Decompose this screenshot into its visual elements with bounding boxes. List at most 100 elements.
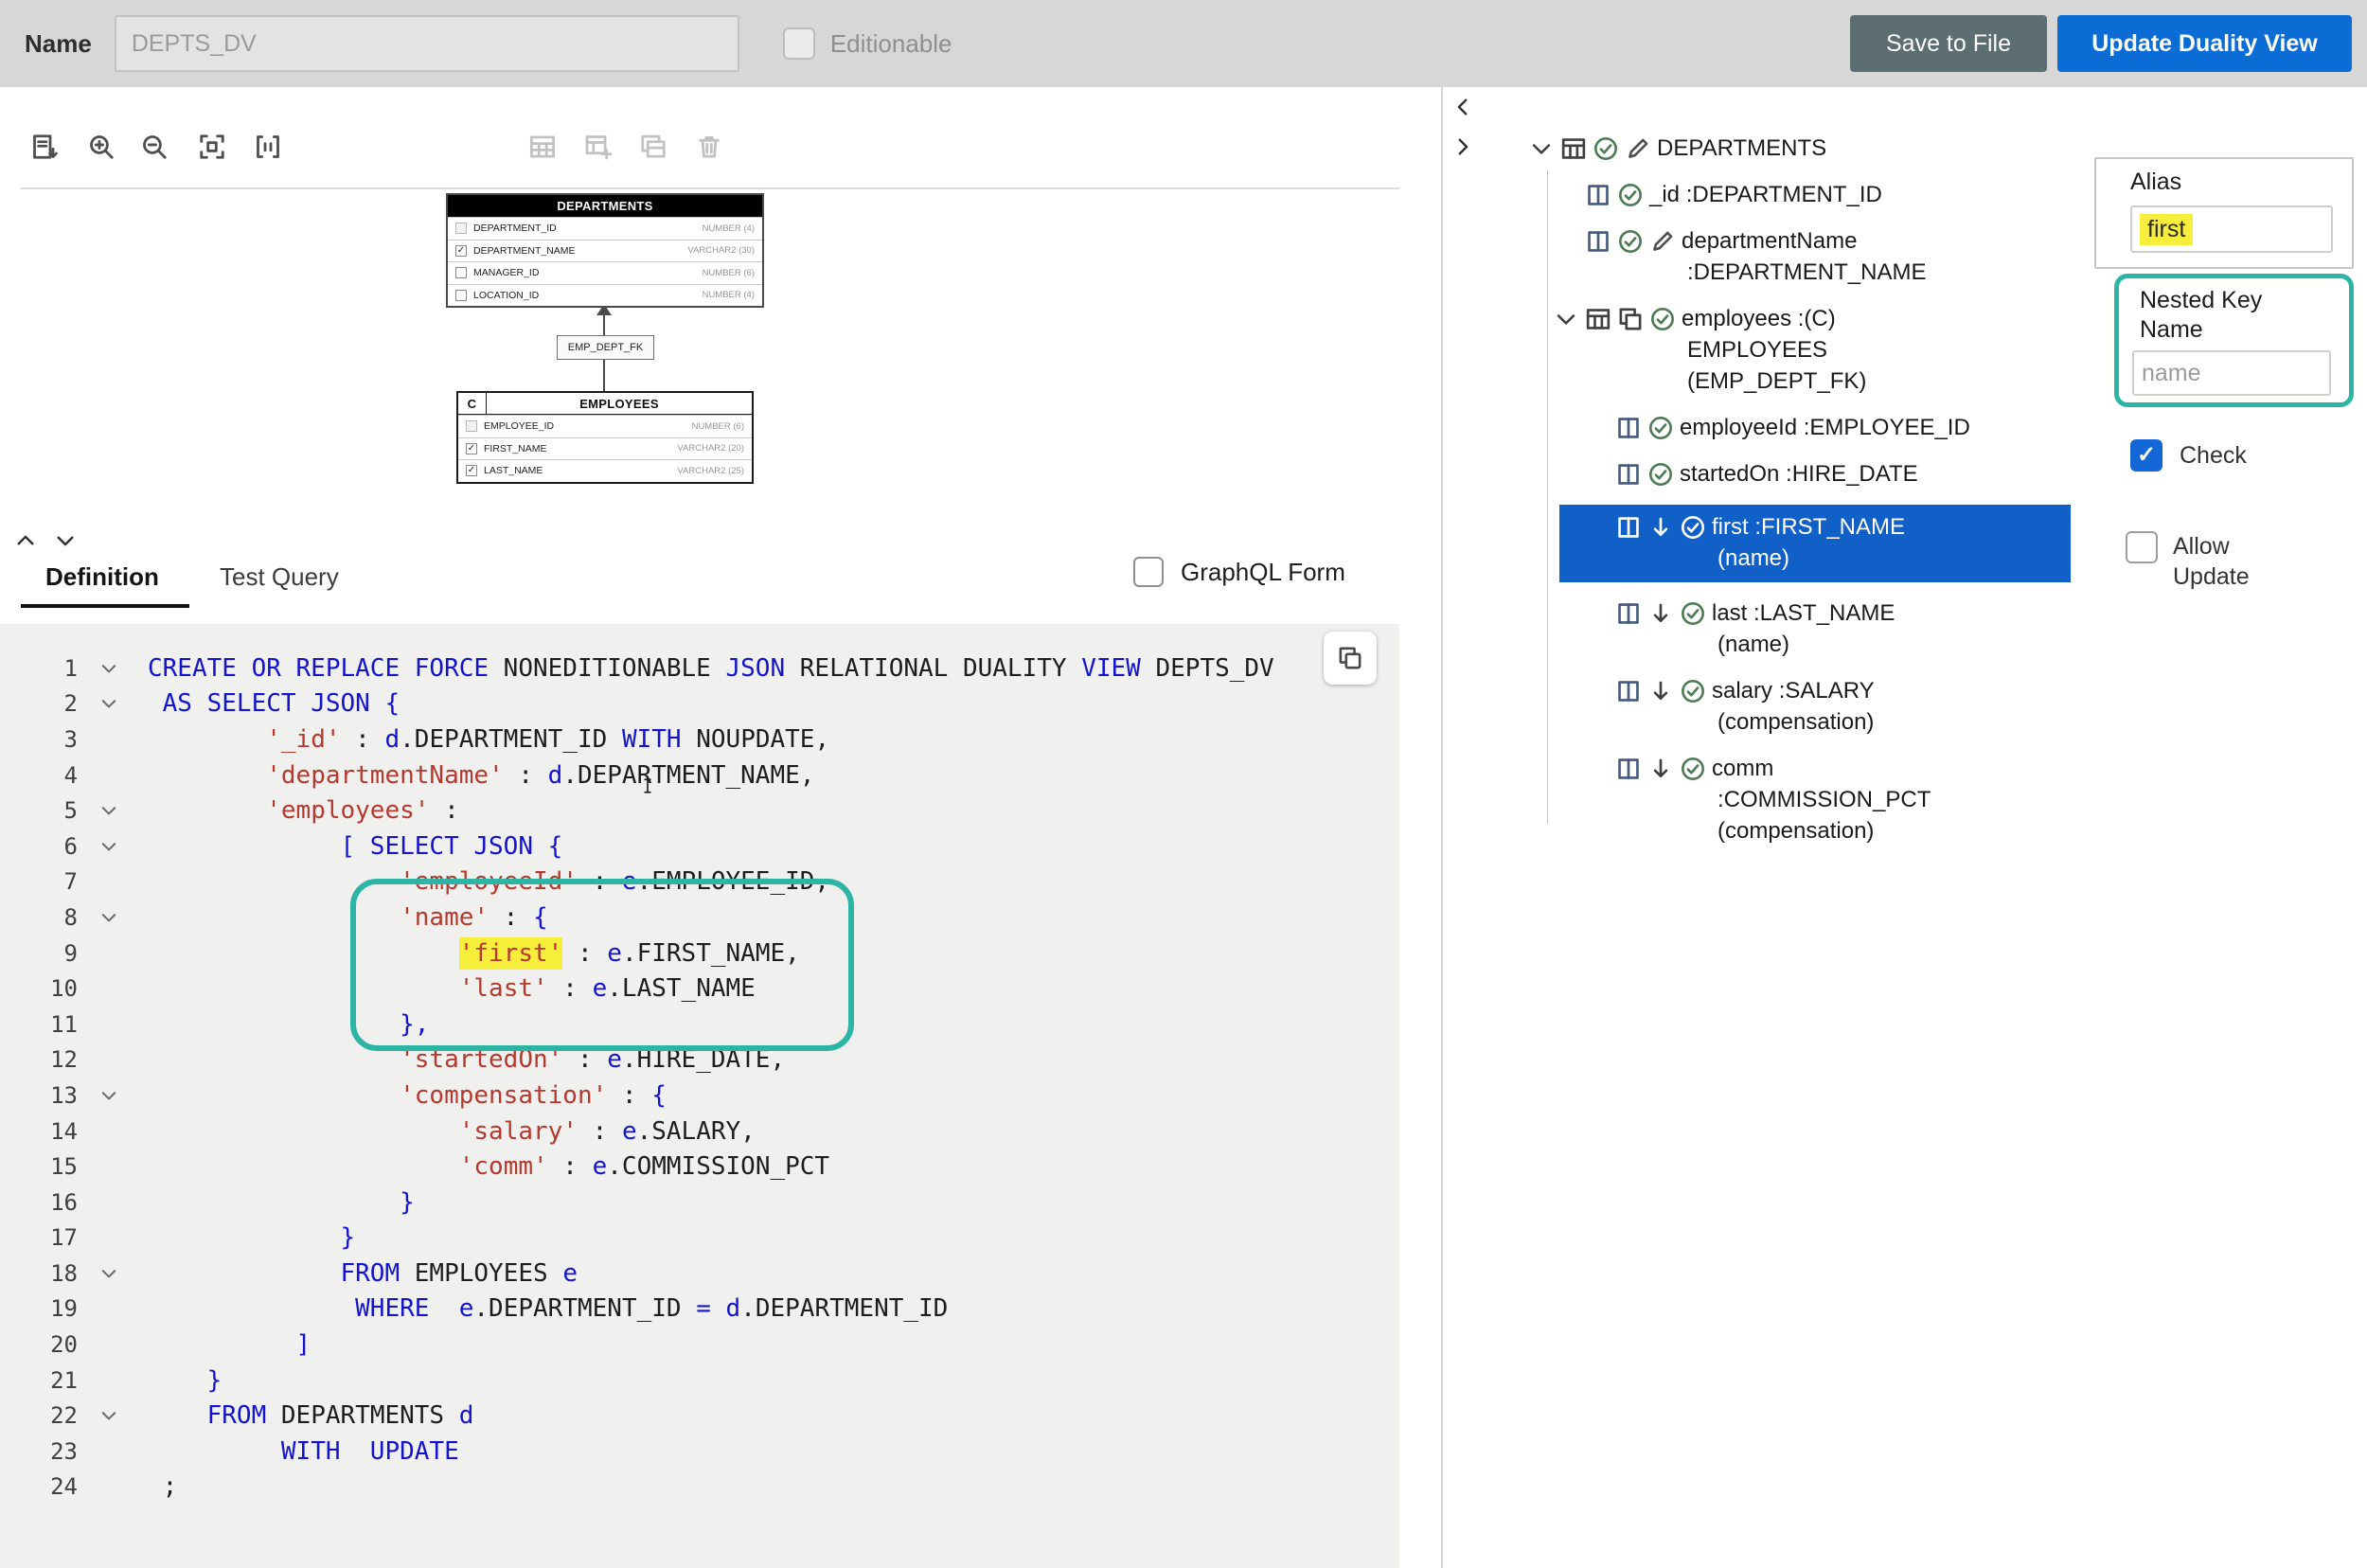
allow-update-checkbox[interactable] — [2126, 531, 2158, 563]
check-circle-icon — [1680, 600, 1706, 627]
zoom-fit-icon[interactable] — [198, 133, 226, 161]
check-checkbox[interactable] — [2130, 439, 2162, 472]
er-column-row[interactable]: MANAGER_IDNUMBER (6) — [448, 261, 762, 284]
code-line[interactable]: 22 FROM DEPARTMENTS d — [0, 1398, 1274, 1434]
code-line[interactable]: 4 'departmentName' : d.DEPARTMENT_NAME, — [0, 757, 1274, 793]
check-circle-icon — [1647, 415, 1674, 441]
check-circle-icon — [1617, 182, 1644, 208]
column-checkbox[interactable] — [455, 245, 467, 257]
check-label: Check — [2180, 442, 2247, 470]
line-number: 22 — [0, 1402, 91, 1429]
code-line[interactable]: 15 'comm' : e.COMMISSION_PCT — [0, 1149, 1274, 1185]
code-line[interactable]: 16 } — [0, 1185, 1274, 1221]
line-number: 8 — [0, 904, 91, 931]
code-line[interactable]: 21 } — [0, 1363, 1274, 1399]
er-table-title: DEPARTMENTS — [448, 195, 762, 217]
code-line[interactable]: 12 'startedOn' : e.HIRE_DATE, — [0, 1042, 1274, 1078]
fold-toggle-icon[interactable] — [98, 1405, 119, 1426]
tree-item-employeeid[interactable]: employeeId :EMPLOYEE_ID — [1528, 412, 2096, 443]
code-line[interactable]: 9 'first' : e.FIRST_NAME, — [0, 935, 1274, 971]
column-checkbox[interactable] — [455, 267, 467, 278]
nested-key-group: Nested Key Name name — [2114, 274, 2354, 407]
fold-toggle-icon[interactable] — [98, 658, 119, 679]
er-table-employees[interactable]: CEMPLOYEES EMPLOYEE_IDNUMBER (6)FIRST_NAM… — [456, 391, 754, 484]
tree-item-departmentname[interactable]: departmentName:DEPARTMENT_NAME — [1528, 225, 2096, 288]
code-line[interactable]: 13 'compensation' : { — [0, 1078, 1274, 1114]
export-diagram-icon[interactable] — [30, 133, 59, 161]
zoom-out-icon[interactable] — [140, 133, 169, 161]
code-line[interactable]: 6 [ SELECT JSON { — [0, 829, 1274, 864]
code-line[interactable]: 17 } — [0, 1221, 1274, 1256]
column-checkbox[interactable] — [455, 223, 467, 234]
code-line[interactable]: 3 '_id' : d.DEPARTMENT_ID WITH NOUPDATE, — [0, 722, 1274, 757]
tree-item-comm[interactable]: comm:COMMISSION_PCT(compensation) — [1528, 753, 2096, 846]
graphql-form-checkbox[interactable] — [1133, 557, 1164, 587]
tab-test-query[interactable]: Test Query — [220, 562, 339, 592]
panel-collapse-up-icon[interactable] — [13, 528, 38, 553]
update-duality-view-button[interactable]: Update Duality View — [2057, 15, 2352, 72]
panel-collapse-right-icon[interactable] — [1450, 134, 1475, 159]
mouse-cursor — [639, 772, 656, 800]
fold-toggle-icon[interactable] — [98, 836, 119, 857]
code-line[interactable]: 10 'last' : e.LAST_NAME — [0, 971, 1274, 1007]
er-column-row[interactable]: FIRST_NAMEVARCHAR2 (20) — [458, 437, 752, 460]
code-line[interactable]: 11 }, — [0, 1007, 1274, 1042]
code-line[interactable]: 8 'name' : { — [0, 900, 1274, 935]
column-checkbox[interactable] — [466, 443, 477, 454]
topbar: Name DEPTS_DV Editionable Save to File U… — [0, 0, 2367, 87]
tree-item-employees[interactable]: employees :(C)EMPLOYEES(EMP_DEPT_FK) — [1528, 303, 2096, 397]
er-column-row[interactable]: DEPARTMENT_NAMEVARCHAR2 (30) — [448, 240, 762, 262]
fold-toggle-icon[interactable] — [98, 800, 119, 821]
copy-code-button[interactable] — [1324, 632, 1377, 685]
line-number: 24 — [0, 1473, 91, 1500]
code-line[interactable]: 2 AS SELECT JSON { — [0, 686, 1274, 722]
name-input[interactable]: DEPTS_DV — [115, 15, 739, 72]
tree-item-first[interactable]: first :FIRST_NAME(name) — [1559, 505, 2071, 582]
tree-item-salary[interactable]: salary :SALARY(compensation) — [1528, 675, 2096, 738]
panel-collapse-left-icon[interactable] — [1450, 95, 1475, 119]
copy-icon — [1337, 645, 1363, 671]
code-line[interactable]: 18 FROM EMPLOYEES e — [0, 1256, 1274, 1292]
fold-toggle-icon[interactable] — [98, 907, 119, 928]
er-column-row[interactable]: LOCATION_IDNUMBER (4) — [448, 284, 762, 307]
copy-icon — [1617, 306, 1644, 332]
code-line[interactable]: 7 'employeeId' : e.EMPLOYEE_ID, — [0, 864, 1274, 900]
tree-item-departments[interactable]: DEPARTMENTS — [1528, 133, 2096, 164]
nested-key-input[interactable]: name — [2132, 350, 2331, 396]
fold-toggle-icon[interactable] — [98, 1263, 119, 1284]
save-to-file-button[interactable]: Save to File — [1850, 15, 2047, 72]
column-checkbox[interactable] — [466, 465, 477, 476]
code-line[interactable]: 14 'salary' : e.SALARY, — [0, 1114, 1274, 1149]
table-add-icon — [584, 133, 613, 161]
fold-toggle-icon[interactable] — [98, 693, 119, 714]
code-editor[interactable]: 1CREATE OR REPLACE FORCE NONEDITIONABLE … — [0, 624, 1399, 1568]
code-line[interactable]: 5 'employees' : — [0, 793, 1274, 829]
code-line[interactable]: 1CREATE OR REPLACE FORCE NONEDITIONABLE … — [0, 650, 1274, 686]
zoom-in-icon[interactable] — [87, 133, 116, 161]
name-label: Name — [25, 29, 92, 59]
tab-definition[interactable]: Definition — [45, 562, 159, 592]
line-number: 11 — [0, 1011, 91, 1038]
code-line[interactable]: 24 ; — [0, 1470, 1274, 1506]
code-line[interactable]: 19 WHERE e.DEPARTMENT_ID = d.DEPARTMENT_… — [0, 1292, 1274, 1327]
line-number: 17 — [0, 1224, 91, 1251]
fold-toggle-icon[interactable] — [98, 1085, 119, 1106]
column-checkbox[interactable] — [466, 420, 477, 432]
code-line[interactable]: 20 ] — [0, 1327, 1274, 1363]
column-checkbox[interactable] — [455, 290, 467, 301]
code-line[interactable]: 23 WITH UPDATE — [0, 1434, 1274, 1470]
check-circle-icon — [1680, 514, 1706, 541]
panel-collapse-down-icon[interactable] — [53, 528, 78, 553]
er-column-row[interactable]: EMPLOYEE_IDNUMBER (6) — [458, 415, 752, 437]
er-column-row[interactable]: DEPARTMENT_IDNUMBER (4) — [448, 217, 762, 240]
collection-badge: C — [458, 393, 487, 414]
er-table-departments[interactable]: DEPARTMENTSDEPARTMENT_IDNUMBER (4)DEPART… — [446, 193, 764, 308]
er-column-row[interactable]: LAST_NAMEVARCHAR2 (25) — [458, 459, 752, 482]
er-table-title: EMPLOYEES — [487, 397, 752, 411]
columns-icon — [1615, 415, 1642, 441]
tree-item-last[interactable]: last :LAST_NAME(name) — [1528, 597, 2096, 660]
zoom-actual-icon[interactable] — [254, 133, 282, 161]
tree-item-startedon[interactable]: startedOn :HIRE_DATE — [1528, 458, 2096, 490]
tree-item-_id[interactable]: _id :DEPARTMENT_ID — [1528, 179, 2096, 210]
alias-input[interactable]: first — [2130, 205, 2333, 253]
